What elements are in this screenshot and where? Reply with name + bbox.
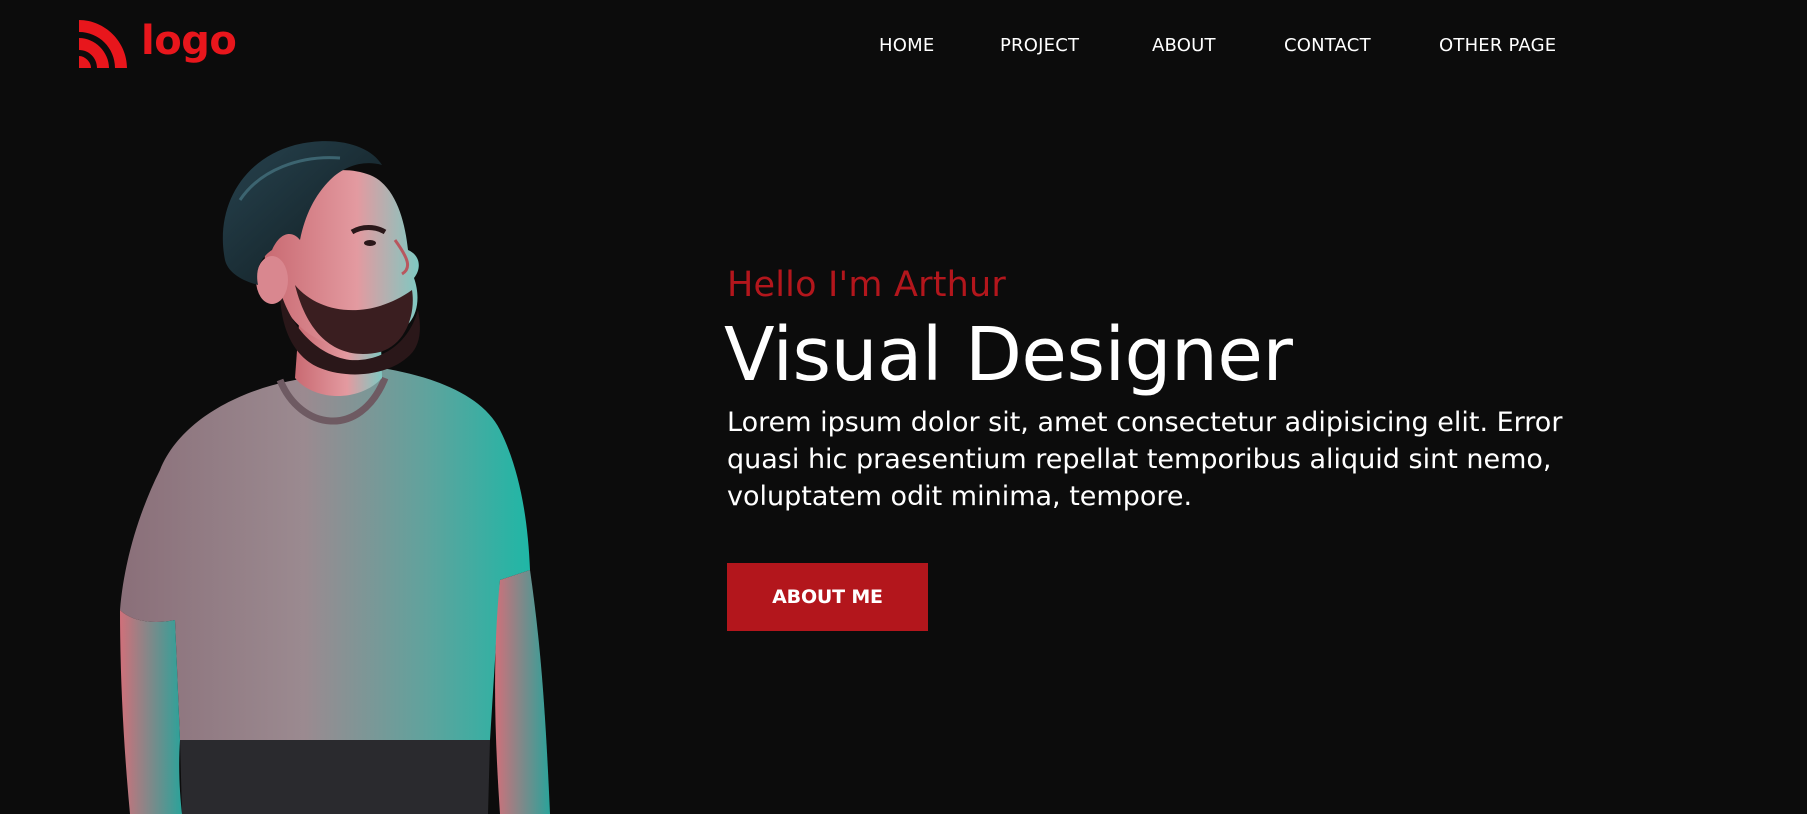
about-me-button[interactable]: ABOUT ME bbox=[727, 563, 928, 631]
main-nav: HOME PROJECT ABOUT CONTACT OTHER PAGE bbox=[879, 34, 1589, 58]
logo-text: logo bbox=[141, 18, 237, 64]
nav-about[interactable]: ABOUT bbox=[1152, 34, 1284, 58]
hero-title: Visual Designer bbox=[724, 312, 1293, 398]
nav-project[interactable]: PROJECT bbox=[1000, 34, 1152, 58]
logo-link[interactable]: logo bbox=[77, 18, 237, 70]
nav-home[interactable]: HOME bbox=[879, 34, 1000, 58]
nav-contact[interactable]: CONTACT bbox=[1284, 34, 1439, 58]
hero-section: Hello I'm Arthur Visual Designer Lorem i… bbox=[724, 258, 1587, 515]
page: logo HOME PROJECT ABOUT CONTACT OTHER PA… bbox=[0, 0, 1807, 814]
hero-description: Lorem ipsum dolor sit, amet consectetur … bbox=[727, 407, 1563, 512]
nav-other-page[interactable]: OTHER PAGE bbox=[1439, 34, 1589, 58]
hero-greeting: Hello I'm Arthur bbox=[727, 265, 1007, 305]
portrait-image bbox=[120, 141, 550, 814]
wifi-signal-icon bbox=[79, 20, 127, 68]
